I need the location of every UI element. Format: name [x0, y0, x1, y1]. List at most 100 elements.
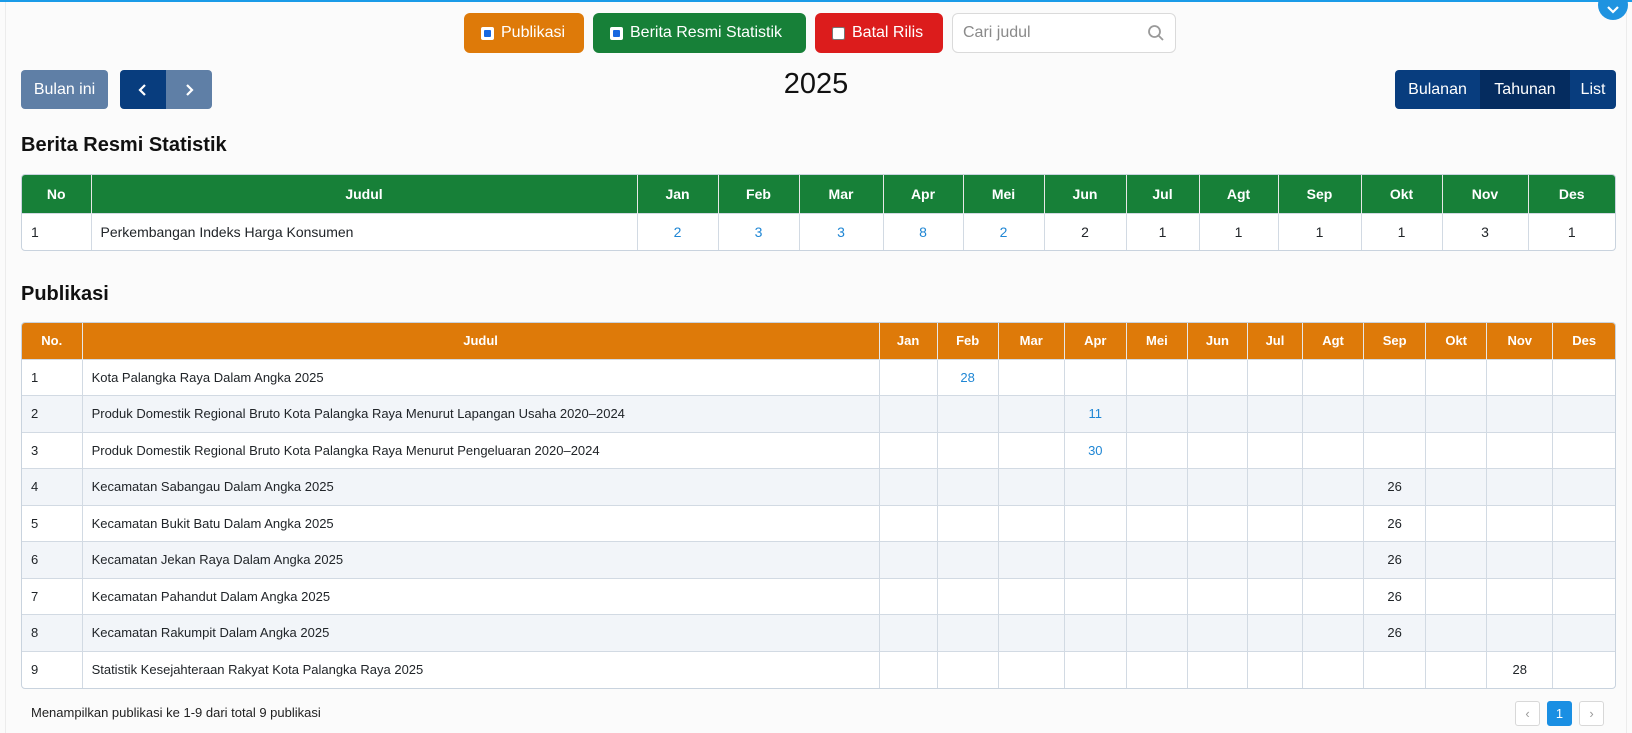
release-date-link[interactable]: 3: [837, 224, 845, 240]
month-cell: [1064, 358, 1127, 396]
release-date: 26: [1387, 479, 1402, 495]
month-cell: [998, 650, 1065, 688]
release-date-link[interactable]: 3: [755, 224, 763, 240]
page-1-button[interactable]: 1: [1547, 701, 1572, 726]
month-cell: [1363, 650, 1427, 688]
month-cell[interactable]: 2: [637, 212, 719, 250]
view-list-button[interactable]: List: [1570, 70, 1616, 109]
brs-header-cell: Sep: [1278, 175, 1362, 213]
month-cell[interactable]: 2: [963, 212, 1045, 250]
month-cell[interactable]: 28: [937, 358, 999, 396]
search-input[interactable]: [963, 24, 1143, 42]
month-cell: [1552, 504, 1615, 542]
month-cell: [1552, 577, 1615, 615]
pub-table-row: 8 Kecamatan Rakumpit Dalam Angka 2025 26: [22, 614, 1615, 651]
month-cell: 28: [1486, 650, 1554, 688]
month-cell: [937, 577, 999, 615]
month-cell: [1425, 431, 1488, 469]
pub-header-cell: Des: [1552, 323, 1615, 359]
brs-section-title: Berita Resmi Statistik: [21, 134, 227, 156]
month-cell: [1064, 614, 1127, 651]
month-cell[interactable]: 3: [718, 212, 800, 250]
release-date-link[interactable]: 11: [1089, 406, 1103, 421]
release-date: 1: [1397, 223, 1406, 240]
month-cell: 26: [1363, 504, 1427, 542]
month-cell: [1552, 650, 1615, 688]
release-date-link[interactable]: 8: [919, 224, 927, 240]
filter-bar: Publikasi Berita Resmi Statistik Batal R…: [464, 13, 1176, 53]
row-title: Kecamatan Jekan Raya Dalam Angka 2025: [82, 541, 880, 578]
month-cell: [1486, 577, 1554, 615]
batal-checkbox[interactable]: [832, 26, 845, 40]
row-title: Perkembangan Indeks Harga Konsumen: [91, 212, 638, 250]
brs-checkbox[interactable]: [610, 26, 623, 40]
month-cell: [1247, 395, 1304, 432]
month-cell[interactable]: 30: [1064, 431, 1127, 469]
publikasi-table: No. Judul Jan Feb Mar Apr Mei Jun Jul Agt Sep Okt No…: [22, 323, 1615, 688]
pub-table-row: 2 Produk Domestik Regional Bruto Kota Pal…: [22, 395, 1615, 432]
row-number: 2: [22, 395, 83, 432]
month-cell[interactable]: 3: [799, 212, 884, 250]
month-cell: [1425, 577, 1488, 615]
month-cell: [1187, 577, 1248, 615]
row-title: Kecamatan Rakumpit Dalam Angka 2025: [82, 614, 880, 651]
month-cell[interactable]: 8: [883, 212, 964, 250]
month-cell[interactable]: 11: [1064, 395, 1127, 432]
month-cell: [1247, 431, 1304, 469]
month-cell: [879, 504, 938, 542]
release-date: 26: [1387, 515, 1402, 531]
search-icon[interactable]: [1147, 24, 1165, 42]
month-cell: [998, 395, 1065, 432]
release-date-link[interactable]: 28: [960, 370, 974, 385]
pub-header-cell: Jan: [879, 323, 938, 359]
month-cell: [937, 468, 999, 505]
view-bulanan-button[interactable]: Bulanan: [1395, 70, 1480, 109]
month-cell: [1552, 614, 1615, 651]
month-cell: [1302, 395, 1365, 432]
month-cell: [1486, 395, 1554, 432]
brs-header-cell: Agt: [1199, 175, 1279, 213]
month-cell: 1: [1361, 212, 1443, 250]
release-date: 1: [1315, 223, 1324, 240]
month-cell: [937, 614, 999, 651]
chevron-right-icon: [186, 83, 194, 96]
filter-brs-label: Berita Resmi Statistik: [630, 24, 783, 41]
publikasi-checkbox[interactable]: [481, 26, 494, 40]
release-date-link[interactable]: 2: [1000, 224, 1008, 240]
month-cell: [998, 358, 1065, 396]
brs-header-cell: Apr: [883, 175, 964, 213]
publikasi-section-title: Publikasi: [21, 283, 109, 305]
month-cell: [1187, 395, 1248, 432]
brs-header-cell: Mar: [799, 175, 884, 213]
month-cell: [879, 541, 938, 578]
filter-publikasi-button[interactable]: Publikasi: [464, 13, 584, 53]
next-year-button[interactable]: [166, 70, 212, 109]
month-cell: [937, 541, 999, 578]
release-date: 1: [1158, 223, 1167, 240]
release-date-link[interactable]: 2: [674, 224, 682, 240]
row-number: 4: [22, 468, 83, 505]
this-month-button[interactable]: Bulan ini: [21, 70, 108, 109]
brs-header-cell: Jun: [1044, 175, 1127, 213]
month-cell: [1302, 504, 1365, 542]
month-cell: [1552, 431, 1615, 469]
filter-brs-button[interactable]: Berita Resmi Statistik: [593, 13, 806, 53]
month-cell: [1247, 358, 1304, 396]
month-cell: [998, 577, 1065, 615]
prev-year-button[interactable]: [120, 70, 166, 109]
release-date: 3: [1481, 223, 1489, 240]
month-cell: [1247, 468, 1304, 505]
view-tahunan-button[interactable]: Tahunan: [1480, 70, 1570, 109]
prev-page-button[interactable]: ‹: [1515, 701, 1540, 726]
filter-batal-button[interactable]: Batal Rilis: [815, 13, 943, 53]
release-date-link[interactable]: 30: [1088, 443, 1102, 458]
month-cell: [1302, 358, 1365, 396]
current-year-title: 2025: [783, 68, 849, 100]
month-cell: 26: [1363, 541, 1427, 578]
month-cell: [937, 395, 999, 432]
month-cell: [1363, 358, 1427, 396]
row-title: Kecamatan Bukit Batu Dalam Angka 2025: [82, 504, 880, 542]
brs-header-cell: Jul: [1126, 175, 1200, 213]
month-cell: [998, 468, 1065, 505]
next-page-button[interactable]: ›: [1579, 701, 1604, 726]
